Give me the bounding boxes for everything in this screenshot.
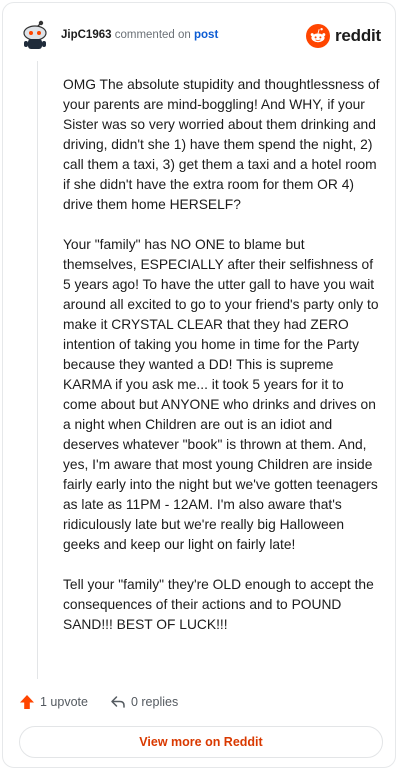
upvote-button[interactable]: 1 upvote [19, 694, 88, 710]
reply-arrow-icon [111, 696, 125, 708]
comment-paragraph: Your "family" has NO ONE to blame but th… [63, 237, 379, 552]
username-link[interactable]: JipC1963 [61, 29, 112, 41]
comment-paragraph: OMG The absolute stupidity and thoughtle… [63, 77, 380, 212]
comment-body: OMG The absolute stupidity and thoughtle… [63, 75, 381, 655]
view-more-label: View more on Reddit [139, 735, 263, 749]
upvote-count: 1 upvote [40, 695, 88, 709]
replies-count: 0 replies [130, 695, 179, 709]
commented-on-text: commented on [114, 29, 191, 41]
reddit-logo-icon [305, 24, 330, 48]
view-more-button[interactable]: View more on Reddit [19, 726, 383, 758]
comment-paragraph: Tell your "family" they're OLD enough to… [63, 577, 374, 632]
post-link[interactable]: post [194, 29, 218, 41]
reddit-wordmark: reddit [334, 26, 381, 45]
snoo-avatar-icon [23, 20, 47, 49]
upvote-arrow-icon [20, 695, 34, 709]
replies-button[interactable]: 0 replies [110, 694, 178, 710]
comment-actions: 1 upvote 0 replies [19, 691, 200, 713]
user-avatar[interactable] [21, 19, 49, 51]
reddit-brand-link[interactable]: reddit [305, 23, 381, 49]
comment-meta: JipC1963 commented on post [61, 29, 218, 41]
thread-line [37, 61, 38, 679]
embedded-comment-card: JipC1963 commented on post reddit OMG Th… [2, 2, 396, 768]
comment-header: JipC1963 commented on post reddit [17, 19, 381, 53]
